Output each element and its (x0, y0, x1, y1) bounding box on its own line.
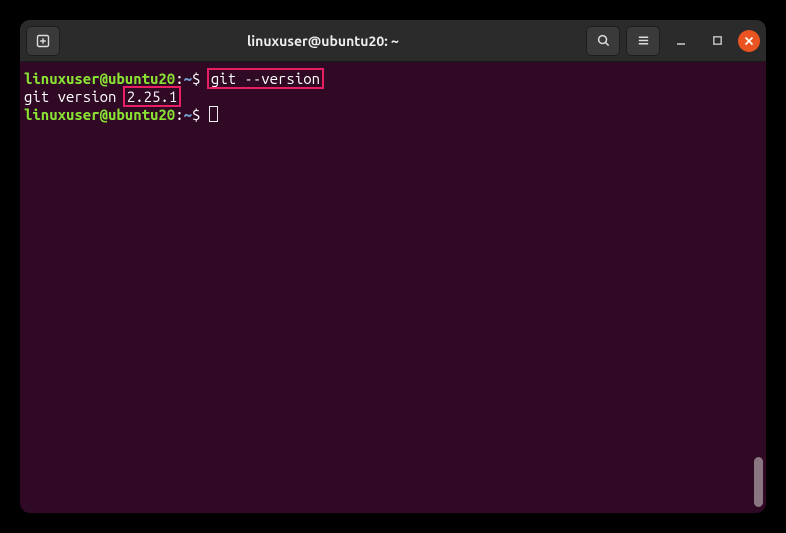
cwd: ~ (184, 106, 192, 123)
version-highlight: 2.25.1 (123, 86, 181, 107)
new-tab-button[interactable] (26, 26, 60, 56)
separator: : (175, 70, 183, 87)
maximize-icon (712, 35, 723, 46)
cursor (209, 106, 218, 122)
window-title: linuxuser@ubuntu20: ~ (66, 33, 580, 49)
minimize-icon (675, 35, 687, 47)
output-prefix: git version (24, 88, 125, 105)
hamburger-icon (636, 33, 651, 48)
prompt-line-2: linuxuser@ubuntu20:~$ (24, 106, 762, 124)
separator: : (175, 106, 183, 123)
output-line: git version 2.25.1 (24, 88, 762, 106)
search-button[interactable] (586, 26, 620, 56)
close-icon (744, 36, 754, 46)
command-highlight: git --version (207, 68, 324, 89)
menu-button[interactable] (626, 26, 660, 56)
titlebar: linuxuser@ubuntu20: ~ (20, 20, 766, 62)
terminal-body[interactable]: linuxuser@ubuntu20:~$ git --version git … (20, 62, 766, 513)
search-icon (596, 33, 611, 48)
close-button[interactable] (738, 30, 760, 52)
maximize-button[interactable] (702, 26, 732, 56)
new-tab-icon (35, 33, 51, 49)
scrollbar-thumb[interactable] (754, 457, 763, 507)
user-host: linuxuser@ubuntu20 (24, 106, 175, 123)
terminal-window: linuxuser@ubuntu20: ~ (20, 20, 766, 513)
cwd: ~ (184, 70, 192, 87)
minimize-button[interactable] (666, 26, 696, 56)
prompt-symbol: $ (192, 106, 209, 123)
user-host: linuxuser@ubuntu20 (24, 70, 175, 87)
